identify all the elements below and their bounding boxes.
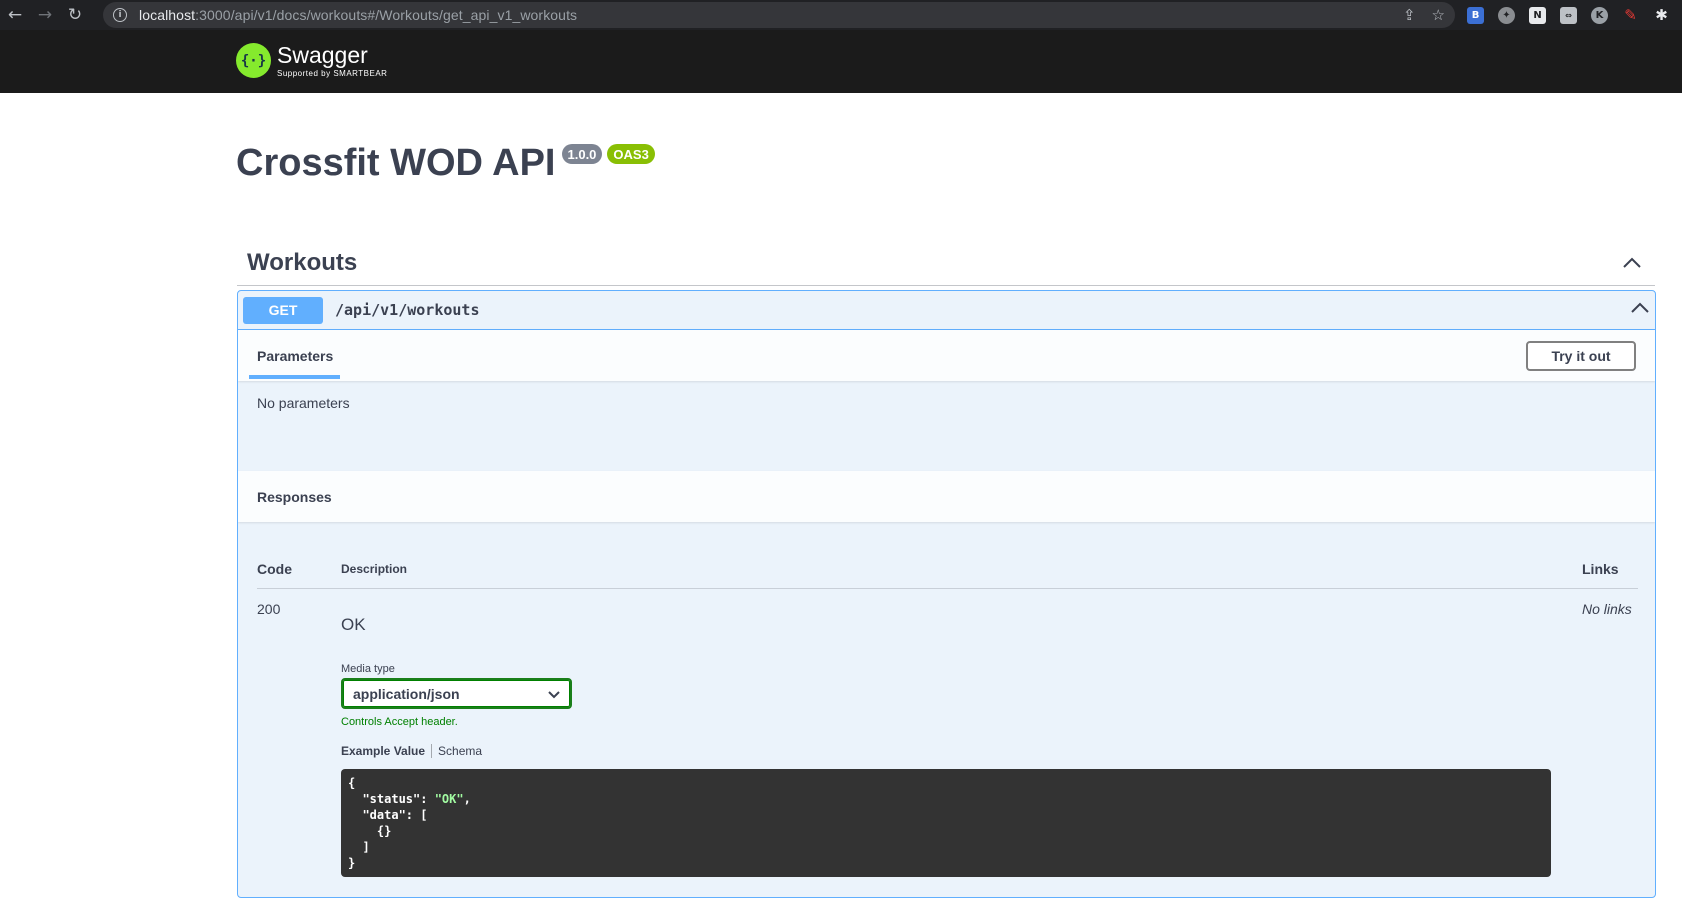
responses-title: Responses xyxy=(257,488,332,505)
swagger-logo[interactable]: {·} Swagger Supported by SMARTBEAR xyxy=(236,43,387,78)
column-description: Description xyxy=(341,561,408,576)
browser-toolbar: ← → ↻ i localhost:3000/api/v1/docs/worko… xyxy=(0,0,1682,30)
operation-collapse-icon[interactable] xyxy=(1631,301,1649,319)
response-links: No links xyxy=(1582,601,1632,617)
version-badge: 1.0.0 xyxy=(561,144,603,164)
response-code: 200 xyxy=(257,601,281,617)
extension-red-icon[interactable]: ✎ xyxy=(1622,6,1639,24)
column-code: Code xyxy=(257,560,292,577)
swagger-logo-icon: {·} xyxy=(236,43,271,78)
tab-underline xyxy=(249,375,340,379)
example-tabs: Example Value Schema xyxy=(341,744,482,758)
api-info: Crossfit WOD API 1.0.0 OAS3 xyxy=(236,140,655,186)
extension-dev-icon[interactable]: ⇔ xyxy=(1560,6,1577,24)
back-arrow-icon[interactable]: ← xyxy=(0,0,30,30)
responses-table-header: Code Description Links xyxy=(257,549,1638,589)
method-badge: GET xyxy=(243,296,323,324)
media-type-select[interactable]: application/json xyxy=(341,678,572,709)
api-title: Crossfit WOD API xyxy=(236,142,556,184)
tab-example-value[interactable]: Example Value xyxy=(341,744,433,758)
response-row: 200 OK No links Media type application/j… xyxy=(257,589,1638,897)
share-icon[interactable]: ⇪ xyxy=(1403,6,1416,24)
operation-path: /api/v1/workouts xyxy=(335,301,480,319)
forward-arrow-icon[interactable]: → xyxy=(30,0,60,30)
oas-badge: OAS3 xyxy=(607,144,655,164)
column-links: Links xyxy=(1582,560,1619,577)
logo-wordmark: Swagger xyxy=(277,42,368,68)
tab-schema[interactable]: Schema xyxy=(432,744,482,758)
try-it-out-button[interactable]: Try it out xyxy=(1526,340,1636,371)
operation-get-workouts: GET /api/v1/workouts Parameters Try it o… xyxy=(237,290,1656,898)
chevron-down-icon xyxy=(548,686,560,702)
address-bar[interactable]: i localhost:3000/api/v1/docs/workouts#/W… xyxy=(103,2,1455,28)
extension-gray-icon[interactable]: ✦ xyxy=(1498,6,1515,24)
notion-icon[interactable]: N xyxy=(1529,6,1546,24)
profile-k-icon[interactable]: K xyxy=(1591,6,1608,24)
tab-parameters[interactable]: Parameters xyxy=(249,330,340,381)
swagger-topbar: {·} Swagger Supported by SMARTBEAR xyxy=(0,30,1682,93)
responses-table: Code Description Links 200 OK No links M… xyxy=(257,549,1638,897)
operation-summary[interactable]: GET /api/v1/workouts xyxy=(238,291,1655,330)
response-description: OK xyxy=(341,615,366,634)
tag-header-workouts[interactable]: Workouts xyxy=(237,240,1655,286)
reload-icon[interactable]: ↻ xyxy=(60,0,90,30)
extension-blue-icon[interactable]: B xyxy=(1467,6,1484,24)
site-info-icon[interactable]: i xyxy=(113,8,127,22)
bookmark-star-icon[interactable]: ☆ xyxy=(1432,6,1445,24)
parameters-header: Parameters Try it out xyxy=(238,330,1655,381)
tag-name: Workouts xyxy=(247,248,358,276)
logo-subtitle: Supported by SMARTBEAR xyxy=(277,69,388,78)
responses-header: Responses xyxy=(238,471,1655,522)
url-text: localhost:3000/api/v1/docs/workouts#/Wor… xyxy=(139,7,578,23)
media-type-label: Media type xyxy=(341,663,395,675)
no-parameters-text: No parameters xyxy=(257,395,350,411)
example-code-block: { "status": "OK", "data": [ {} ] } xyxy=(341,769,1551,877)
parameters-body: No parameters xyxy=(238,381,1655,471)
collapse-chevron-icon[interactable] xyxy=(1623,254,1641,272)
extensions-puzzle-icon[interactable]: ✱ xyxy=(1653,6,1670,24)
controls-accept-note: Controls Accept header. xyxy=(341,716,458,728)
